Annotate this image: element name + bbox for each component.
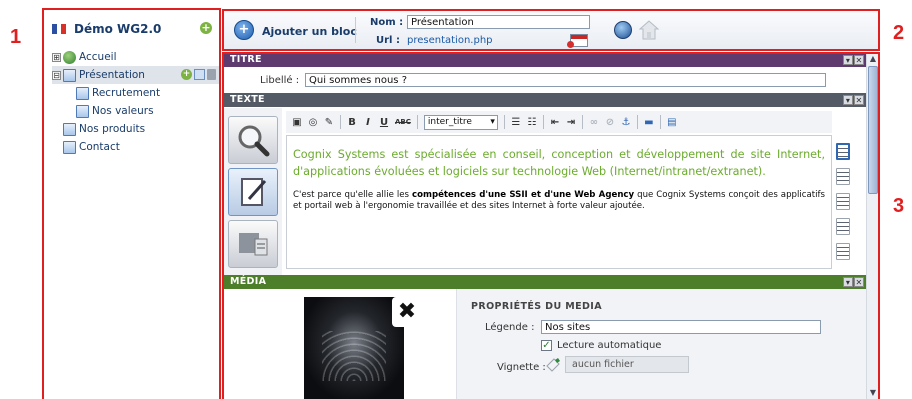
annotation-box-2 [222, 9, 880, 51]
callout-number-2: 2 [893, 22, 905, 44]
annotation-box-1 [42, 8, 221, 399]
annotation-box-3 [222, 52, 880, 399]
callout-number-3: 3 [893, 195, 905, 217]
callout-number-1: 1 [10, 26, 22, 48]
